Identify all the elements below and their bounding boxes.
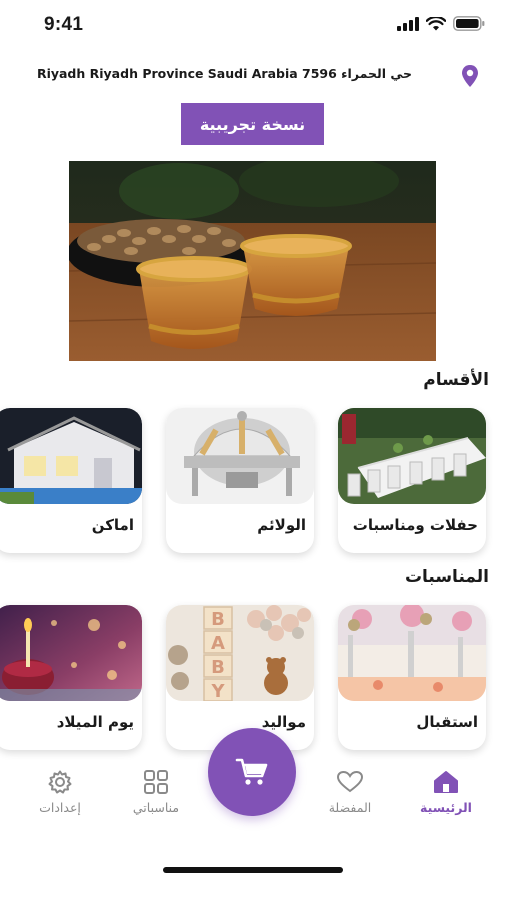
heart-icon: [336, 770, 364, 793]
location-pin-icon[interactable]: [460, 64, 480, 88]
status-time: 9:41: [44, 14, 84, 35]
nav-my-occasions-label: مناسباتي: [132, 800, 180, 815]
occasions-section-title: المناسبات: [404, 567, 489, 587]
categories-section-title: الأقسام: [423, 370, 489, 390]
signal-icon: [397, 16, 419, 31]
nav-favorites-label: المفضلة: [328, 800, 372, 815]
nav-home-label: الرئيسية: [420, 800, 472, 815]
places-image: [0, 408, 142, 504]
occasion-card-label: مواليد: [261, 713, 306, 731]
location-row[interactable]: Riyadh Riyadh Province Saudi Arabia 7596…: [0, 62, 507, 90]
newborns-image: BABY: [166, 605, 314, 701]
svg-text:B: B: [211, 609, 225, 630]
category-card-places[interactable]: اماكن: [0, 408, 142, 553]
trial-version-badge: نسخة تجريبية: [181, 103, 324, 145]
home-indicator: [163, 867, 343, 873]
category-card-label: حفلات ومناسبات: [352, 516, 478, 534]
occasion-card-reception[interactable]: استقبال: [338, 605, 486, 750]
nav-favorites[interactable]: المفضلة: [310, 770, 390, 815]
hero-banner-image[interactable]: [69, 161, 436, 361]
grid-icon: [144, 770, 168, 794]
occasion-card-newborns[interactable]: BABY مواليد: [166, 605, 314, 750]
svg-text:A: A: [211, 633, 225, 654]
category-card-label: اماكن: [91, 516, 134, 534]
nav-settings[interactable]: إعدادات: [20, 770, 100, 815]
svg-text:Y: Y: [210, 681, 225, 701]
gear-icon: [48, 770, 72, 794]
location-address: Riyadh Riyadh Province Saudi Arabia 7596…: [36, 66, 412, 81]
battery-icon: [453, 16, 485, 31]
parties-image: [338, 408, 486, 504]
reception-image: [338, 605, 486, 701]
occasion-card-birthday[interactable]: يوم الميلاد: [0, 605, 142, 750]
banquets-image: [166, 408, 314, 504]
nav-my-occasions[interactable]: مناسباتي: [116, 770, 196, 815]
arabic-coffee-illustration: [69, 161, 436, 361]
birthday-image: [0, 605, 142, 701]
status-bar: 9:41: [0, 0, 507, 52]
svg-text:B: B: [211, 657, 225, 678]
category-card-banquets[interactable]: الولائم: [166, 408, 314, 553]
category-card-parties[interactable]: حفلات ومناسبات: [338, 408, 486, 553]
category-card-label: الولائم: [257, 516, 306, 534]
cart-button[interactable]: [208, 728, 296, 816]
occasion-card-label: استقبال: [416, 713, 478, 731]
home-icon: [434, 771, 458, 793]
occasion-card-label: يوم الميلاد: [56, 713, 134, 731]
nav-settings-label: إعدادات: [39, 800, 81, 815]
cart-icon: [235, 758, 268, 785]
trial-version-label: نسخة تجريبية: [199, 114, 306, 134]
status-icons: [397, 16, 485, 31]
nav-home[interactable]: الرئيسية: [406, 770, 486, 815]
categories-row[interactable]: حفلات ومناسبات الولائم اماكن: [0, 408, 507, 558]
wifi-icon: [426, 16, 446, 30]
